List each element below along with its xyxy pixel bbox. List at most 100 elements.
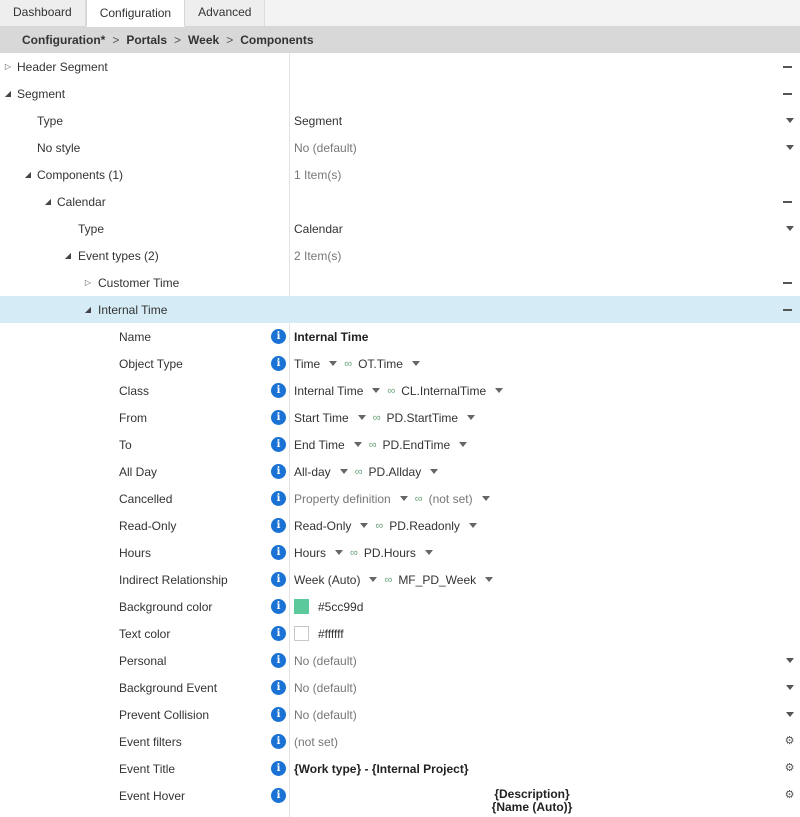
- info-icon[interactable]: i: [271, 707, 286, 722]
- tree-row-event-types[interactable]: ◢ Event types (2) 2 Item(s): [0, 242, 800, 269]
- info-icon[interactable]: i: [271, 626, 286, 641]
- prop-row-personal[interactable]: Personal i No (default): [0, 647, 800, 674]
- prop-row-from[interactable]: From i Start Time ∞ PD.StartTime: [0, 404, 800, 431]
- to-alias[interactable]: PD.EndTime: [383, 438, 451, 452]
- event-title-value[interactable]: {Work type} - {Internal Project}: [294, 762, 770, 776]
- object-type-selector[interactable]: Time: [294, 357, 320, 371]
- prop-row-object-type[interactable]: Object Type i Time ∞ OT.Time: [0, 350, 800, 377]
- info-icon[interactable]: i: [271, 599, 286, 614]
- gear-icon[interactable]: ⚙: [784, 763, 795, 774]
- read-only-alias[interactable]: PD.Readonly: [389, 519, 460, 533]
- dropdown-arrow-icon[interactable]: [399, 496, 408, 501]
- expand-triangle-icon[interactable]: ▷: [3, 62, 13, 72]
- class-alias[interactable]: CL.InternalTime: [401, 384, 486, 398]
- collapse-triangle-icon[interactable]: ◢: [43, 197, 53, 207]
- dropdown-arrow-icon[interactable]: [786, 145, 794, 150]
- prop-row-indirect-relationship[interactable]: Indirect Relationship i Week (Auto) ∞ MF_P…: [0, 566, 800, 593]
- minus-icon[interactable]: [783, 308, 792, 311]
- minus-icon[interactable]: [783, 200, 792, 203]
- info-icon[interactable]: i: [271, 788, 286, 803]
- dropdown-arrow-icon[interactable]: [430, 469, 439, 474]
- segment-type-value[interactable]: Segment: [294, 114, 770, 128]
- dropdown-arrow-icon[interactable]: [786, 118, 794, 123]
- dropdown-arrow-icon[interactable]: [372, 388, 381, 393]
- tab-advanced[interactable]: Advanced: [185, 0, 266, 26]
- collapse-triangle-icon[interactable]: ◢: [63, 251, 73, 261]
- text-color-hex[interactable]: #ffffff: [318, 627, 344, 641]
- gear-icon[interactable]: ⚙: [784, 790, 795, 801]
- prevent-collision-value[interactable]: No (default): [294, 708, 770, 722]
- info-icon[interactable]: i: [271, 356, 286, 371]
- prop-row-event-hover[interactable]: Event Hover i {Description} {Name (Auto)…: [0, 782, 800, 814]
- dropdown-arrow-icon[interactable]: [459, 442, 468, 447]
- dropdown-arrow-icon[interactable]: [329, 361, 338, 366]
- all-day-selector[interactable]: All-day: [294, 465, 331, 479]
- dropdown-arrow-icon[interactable]: [339, 469, 348, 474]
- personal-value[interactable]: No (default): [294, 654, 770, 668]
- tree-row-no-style[interactable]: No style No (default): [0, 134, 800, 161]
- background-color-hex[interactable]: #5cc99d: [318, 600, 363, 614]
- dropdown-arrow-icon[interactable]: [360, 523, 369, 528]
- all-day-alias[interactable]: PD.Allday: [369, 465, 422, 479]
- indirect-selector[interactable]: Week (Auto): [294, 573, 360, 587]
- breadcrumb-portals[interactable]: Portals: [126, 33, 167, 47]
- name-value[interactable]: Internal Time: [294, 330, 770, 344]
- minus-icon[interactable]: [783, 281, 792, 284]
- tree-row-segment-type[interactable]: Type Segment: [0, 107, 800, 134]
- hours-alias[interactable]: PD.Hours: [364, 546, 416, 560]
- prop-row-prevent-collision[interactable]: Prevent Collision i No (default): [0, 701, 800, 728]
- prop-row-background-color[interactable]: Background color i #5cc99d: [0, 593, 800, 620]
- breadcrumb-week[interactable]: Week: [188, 33, 219, 47]
- prop-row-read-only[interactable]: Read-Only i Read-Only ∞ PD.Readonly: [0, 512, 800, 539]
- info-icon[interactable]: i: [271, 734, 286, 749]
- tree-row-customer-time[interactable]: ▷ Customer Time: [0, 269, 800, 296]
- prop-row-hours[interactable]: Hours i Hours ∞ PD.Hours: [0, 539, 800, 566]
- tree-row-components[interactable]: ◢ Components (1) 1 Item(s): [0, 161, 800, 188]
- info-icon[interactable]: i: [271, 572, 286, 587]
- no-style-value[interactable]: No (default): [294, 141, 770, 155]
- info-icon[interactable]: i: [271, 653, 286, 668]
- info-icon[interactable]: i: [271, 383, 286, 398]
- info-icon[interactable]: i: [271, 491, 286, 506]
- tree-row-header-segment[interactable]: ▷ Header Segment: [0, 53, 800, 80]
- info-icon[interactable]: i: [271, 410, 286, 425]
- prop-row-event-filters[interactable]: Event filters i (not set) ⚙: [0, 728, 800, 755]
- from-selector[interactable]: Start Time: [294, 411, 349, 425]
- dropdown-arrow-icon[interactable]: [481, 496, 490, 501]
- dropdown-arrow-icon[interactable]: [467, 415, 476, 420]
- info-icon[interactable]: i: [271, 545, 286, 560]
- from-alias[interactable]: PD.StartTime: [387, 411, 459, 425]
- dropdown-arrow-icon[interactable]: [786, 712, 794, 717]
- event-hover-value[interactable]: {Description} {Name (Auto)}: [294, 788, 770, 814]
- cancelled-alias[interactable]: (not set): [429, 492, 473, 506]
- cancelled-selector[interactable]: Property definition: [294, 492, 391, 506]
- dropdown-arrow-icon[interactable]: [424, 550, 433, 555]
- dropdown-arrow-icon[interactable]: [353, 442, 362, 447]
- prop-row-cancelled[interactable]: Cancelled i Property definition ∞ (not set…: [0, 485, 800, 512]
- dropdown-arrow-icon[interactable]: [335, 550, 344, 555]
- prop-row-event-title[interactable]: Event Title i {Work type} - {Internal Pr…: [0, 755, 800, 782]
- event-filters-value[interactable]: (not set): [294, 735, 770, 749]
- prop-row-class[interactable]: Class i Internal Time ∞ CL.InternalTime: [0, 377, 800, 404]
- tree-row-internal-time[interactable]: ◢ Internal Time: [0, 296, 800, 323]
- color-swatch[interactable]: [294, 599, 309, 614]
- expand-triangle-icon[interactable]: ▷: [83, 278, 93, 288]
- prop-row-all-day[interactable]: All Day i All-day ∞ PD.Allday: [0, 458, 800, 485]
- class-selector[interactable]: Internal Time: [294, 384, 363, 398]
- dropdown-arrow-icon[interactable]: [786, 226, 794, 231]
- dropdown-arrow-icon[interactable]: [357, 415, 366, 420]
- dropdown-arrow-icon[interactable]: [369, 577, 378, 582]
- breadcrumb-configuration[interactable]: Configuration*: [22, 33, 105, 47]
- dropdown-arrow-icon[interactable]: [786, 685, 794, 690]
- info-icon[interactable]: i: [271, 464, 286, 479]
- collapse-triangle-icon[interactable]: ◢: [3, 89, 13, 99]
- tab-configuration[interactable]: Configuration: [85, 0, 186, 27]
- color-swatch[interactable]: [294, 626, 309, 641]
- prop-row-name[interactable]: Name i Internal Time: [0, 323, 800, 350]
- read-only-selector[interactable]: Read-Only: [294, 519, 351, 533]
- minus-icon[interactable]: [783, 65, 792, 68]
- tree-row-segment[interactable]: ◢ Segment: [0, 80, 800, 107]
- info-icon[interactable]: i: [271, 437, 286, 452]
- dropdown-arrow-icon[interactable]: [468, 523, 477, 528]
- tree-row-calendar[interactable]: ◢ Calendar: [0, 188, 800, 215]
